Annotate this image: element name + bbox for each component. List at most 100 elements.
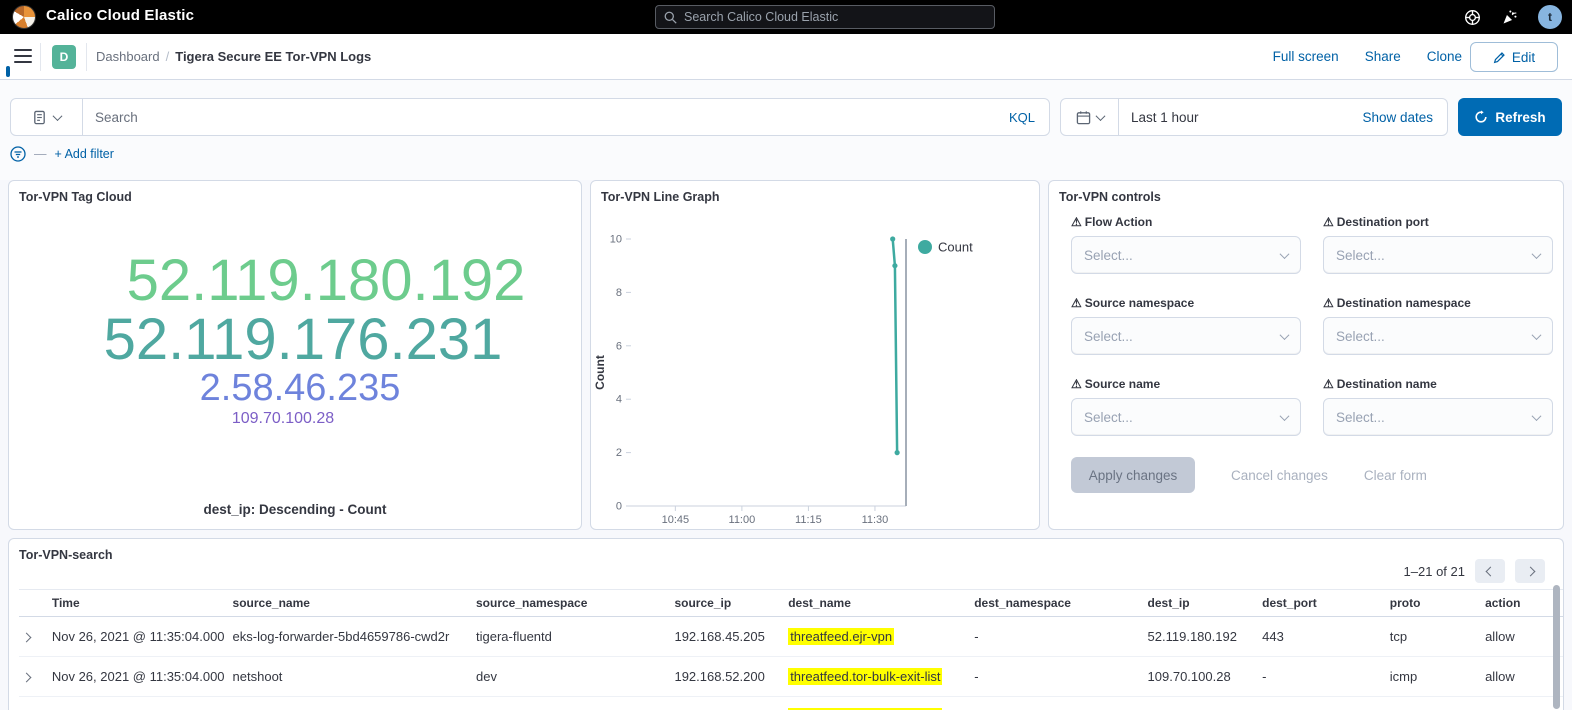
select-placeholder: Select...: [1336, 410, 1385, 425]
cell-dest_name: threatfeed.tor-bulk-exit-list: [784, 697, 970, 710]
add-filter-button[interactable]: + Add filter: [55, 147, 114, 161]
table-body: Nov 26, 2021 @ 11:35:04.000eks-log-forwa…: [19, 617, 1563, 710]
cell-action: allow: [1481, 617, 1563, 657]
breadcrumb-dashboard[interactable]: Dashboard: [96, 49, 160, 64]
refresh-button[interactable]: Refresh: [1458, 98, 1562, 136]
header-icons: t: [1464, 0, 1562, 34]
page-title: Tigera Secure EE Tor-VPN Logs: [175, 49, 371, 64]
cell-dest_namespace: -: [970, 697, 1143, 710]
highlighted-value: threatfeed.ejr-vpn: [788, 628, 894, 645]
search-table-panel: Tor-VPN-search 1–21 of 21 Timesource_nam…: [8, 538, 1564, 710]
saved-query-menu-button[interactable]: [11, 99, 83, 135]
cell-dest_namespace: -: [970, 617, 1143, 657]
kql-language-button[interactable]: KQL: [995, 110, 1049, 125]
control-field-destination-namespace: ⚠Destination namespaceSelect...: [1323, 296, 1553, 355]
cell-proto: icmp: [1386, 657, 1481, 697]
dashboard-badge[interactable]: D: [52, 45, 76, 69]
tagcloud-caption: dest_ip: Descending - Count: [9, 502, 581, 517]
x-tick-label: 11:15: [795, 514, 822, 526]
chevron-left-icon: [1485, 566, 1495, 576]
tagcloud-term[interactable]: 52.119.176.231: [104, 310, 503, 369]
expand-row-icon[interactable]: [22, 673, 32, 683]
table-row: Nov 26, 2021 @ 11:35:04.000netshootdev19…: [19, 657, 1563, 697]
controls-grid: ⚠Flow ActionSelect... ⚠Destination port Se…: [1071, 215, 1543, 436]
expander-cell: [19, 697, 48, 710]
tagcloud-term[interactable]: 2.58.46.235: [200, 369, 401, 408]
cell-time: Nov 26, 2021 @ 11:34:54.000: [48, 697, 229, 710]
select-placeholder: Select...: [1336, 248, 1385, 263]
control-select[interactable]: Select...: [1071, 398, 1301, 436]
expander-cell: [19, 617, 48, 657]
x-tick-label: 11:30: [862, 514, 889, 526]
chevron-down-icon: [1532, 330, 1542, 340]
series-line: [893, 239, 897, 453]
control-select[interactable]: Select...: [1071, 317, 1301, 355]
menu-hamburger-icon[interactable]: [14, 49, 32, 63]
x-tick-label: 11:00: [729, 514, 756, 526]
control-field-label-text: Destination port: [1337, 215, 1429, 229]
show-dates-button[interactable]: Show dates: [1348, 110, 1447, 125]
prev-page-button[interactable]: [1475, 559, 1505, 583]
tagcloud-panel: Tor-VPN Tag Cloud 52.119.180.19252.119.1…: [8, 180, 582, 530]
kql-search-input[interactable]: Search: [83, 110, 995, 125]
clone-button[interactable]: Clone: [1427, 49, 1462, 64]
column-header-proto: proto: [1386, 590, 1481, 617]
control-select[interactable]: Select...: [1323, 317, 1553, 355]
cancel-changes-button[interactable]: Cancel changes: [1231, 468, 1328, 483]
query-section: Search KQL Last 1 hour Show dates Refres…: [0, 80, 1572, 180]
control-field-label-text: Destination name: [1337, 377, 1437, 391]
global-search-input[interactable]: Search Calico Cloud Elastic: [655, 5, 995, 29]
edit-button[interactable]: Edit: [1470, 42, 1558, 72]
expander-header: [19, 590, 48, 617]
cell-dest_ip: 109.70.100.28: [1144, 697, 1259, 710]
global-search-placeholder: Search Calico Cloud Elastic: [684, 10, 838, 24]
expander-cell: [19, 657, 48, 697]
news-party-popper-icon[interactable]: [1501, 9, 1518, 26]
control-select[interactable]: Select...: [1323, 236, 1553, 274]
search-icon: [664, 11, 677, 24]
filter-row: — + Add filter: [10, 146, 114, 162]
line-chart[interactable]: 024681010:4511:0011:1511:30start_time pe…: [591, 203, 1041, 529]
control-select[interactable]: Select...: [1071, 236, 1301, 274]
calendar-menu-button[interactable]: [1061, 99, 1119, 135]
dashboard-actions: Full screen Share Clone: [1273, 49, 1462, 64]
calendar-icon: [1076, 110, 1091, 125]
user-avatar[interactable]: t: [1538, 5, 1562, 29]
help-icon[interactable]: [1464, 9, 1481, 26]
apply-changes-button[interactable]: Apply changes: [1071, 457, 1195, 493]
select-placeholder: Select...: [1084, 248, 1133, 263]
next-page-button[interactable]: [1515, 559, 1545, 583]
warning-icon: ⚠: [1323, 215, 1334, 229]
pencil-icon: [1493, 51, 1506, 64]
time-range-value[interactable]: Last 1 hour: [1119, 110, 1348, 125]
control-field-flow-action: ⚠Flow ActionSelect...: [1071, 215, 1301, 274]
cell-source_ip: 192.168.52.200: [670, 697, 784, 710]
logs-table: Timesource_namesource_namespacesource_ip…: [19, 589, 1563, 710]
legend-dot[interactable]: [918, 240, 932, 254]
select-placeholder: Select...: [1336, 329, 1385, 344]
breadcrumb: Dashboard / Tigera Secure EE Tor-VPN Log…: [96, 49, 371, 64]
filter-circle-icon[interactable]: [10, 146, 26, 162]
cell-dest_namespace: -: [970, 657, 1143, 697]
data-point: [892, 263, 897, 268]
divider: [40, 43, 41, 71]
expand-row-icon[interactable]: [22, 633, 32, 643]
cell-time: Nov 26, 2021 @ 11:35:04.000: [48, 657, 229, 697]
cell-source_name: netshoot: [229, 657, 472, 697]
share-button[interactable]: Share: [1365, 49, 1401, 64]
x-tick-label: 10:45: [662, 514, 690, 526]
tagcloud-term[interactable]: 52.119.180.192: [127, 251, 526, 310]
cell-dest_port: -: [1258, 657, 1386, 697]
control-select[interactable]: Select...: [1323, 398, 1553, 436]
pagination: 1–21 of 21: [1404, 559, 1545, 583]
cell-dest_name: threatfeed.ejr-vpn: [784, 617, 970, 657]
tagcloud-term[interactable]: 109.70.100.28: [232, 411, 334, 427]
search-table-title: Tor-VPN-search: [19, 548, 113, 562]
calico-logo-icon: [12, 5, 36, 29]
table-scrollbar[interactable]: [1553, 585, 1560, 709]
legend-label: Count: [938, 240, 973, 255]
y-tick-label: 6: [616, 340, 622, 352]
clear-form-button[interactable]: Clear form: [1364, 468, 1427, 483]
full-screen-button[interactable]: Full screen: [1273, 49, 1339, 64]
cell-dest_port: 443: [1258, 617, 1386, 657]
